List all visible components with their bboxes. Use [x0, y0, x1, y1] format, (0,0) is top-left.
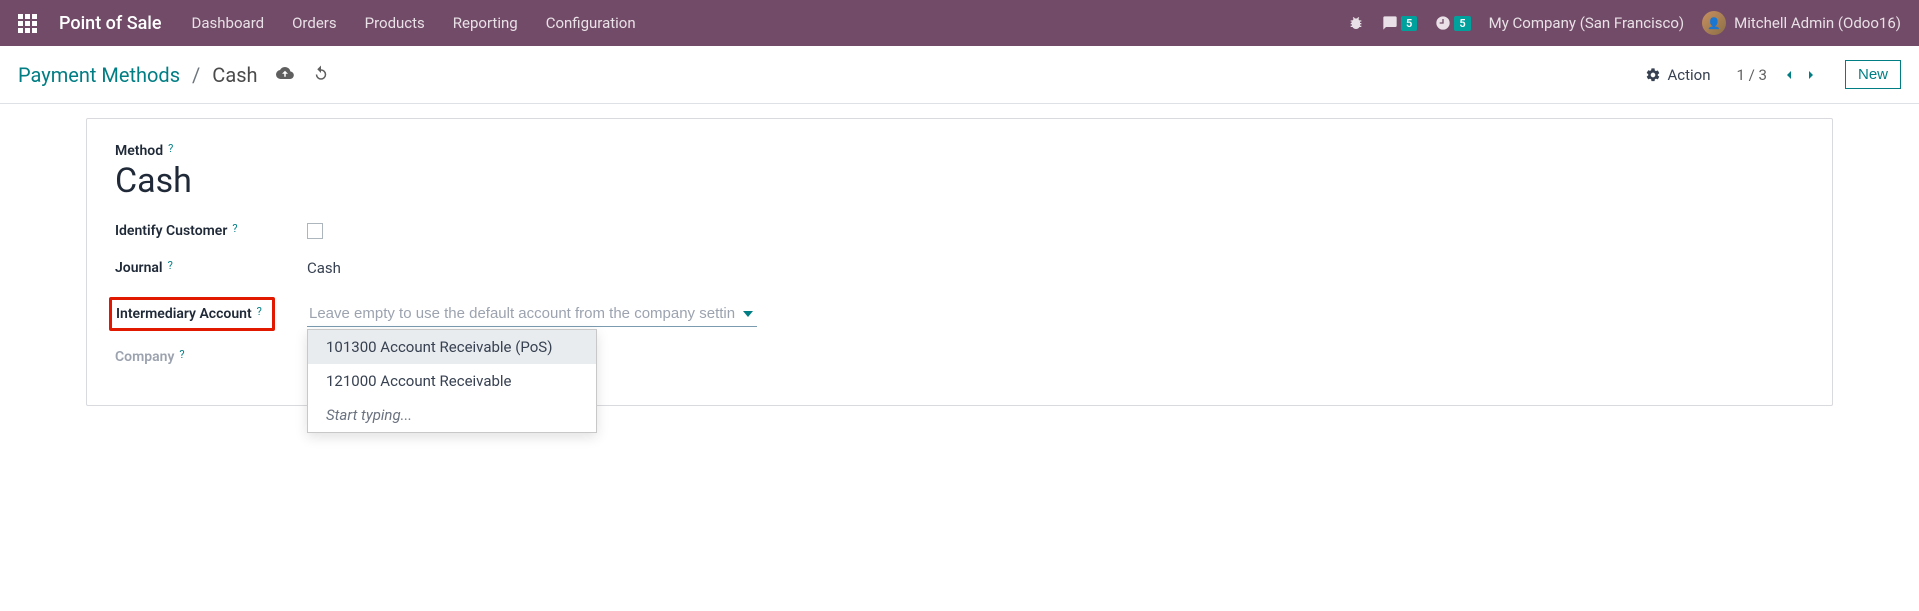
identify-customer-checkbox[interactable]: [307, 223, 323, 239]
user-name: Mitchell Admin (Odoo16): [1734, 14, 1901, 32]
topbar-right: 5 5 My Company (San Francisco) 👤 Mitchel…: [1348, 11, 1901, 35]
debug-icon[interactable]: [1348, 15, 1364, 31]
nav-links: Dashboard Orders Products Reporting Conf…: [192, 14, 636, 32]
messages-icon[interactable]: 5: [1382, 15, 1417, 31]
pager-prev-icon[interactable]: [1781, 67, 1797, 83]
intermediary-highlight: Intermediary Account ?: [109, 297, 275, 331]
avatar: 👤: [1702, 11, 1726, 35]
journal-row: Journal ? Cash: [115, 259, 1804, 277]
help-icon[interactable]: ?: [179, 348, 184, 361]
nav-dashboard[interactable]: Dashboard: [192, 14, 265, 32]
breadcrumb-root[interactable]: Payment Methods: [18, 63, 180, 87]
nav-orders[interactable]: Orders: [292, 14, 337, 32]
intermediary-account-row: Intermediary Account ? 101300 Account Re…: [115, 297, 1804, 331]
intermediary-account-input[interactable]: [307, 301, 757, 327]
user-menu[interactable]: 👤 Mitchell Admin (Odoo16): [1702, 11, 1901, 35]
nav-configuration[interactable]: Configuration: [546, 14, 636, 32]
dropdown-item[interactable]: 101300 Account Receivable (PoS): [308, 330, 596, 364]
method-value[interactable]: Cash: [115, 161, 1804, 201]
dropdown-caret-icon[interactable]: [743, 307, 753, 323]
pager: 1 / 3: [1736, 66, 1819, 84]
action-button[interactable]: Action: [1645, 66, 1710, 84]
topbar: Point of Sale Dashboard Orders Products …: [0, 0, 1919, 46]
activities-badge: 5: [1454, 16, 1470, 31]
help-icon[interactable]: ?: [168, 259, 173, 272]
dropdown-start-typing[interactable]: Start typing...: [308, 398, 596, 432]
discard-icon[interactable]: [312, 64, 330, 86]
breadcrumb-status-icons: [276, 64, 330, 86]
intermediary-dropdown: 101300 Account Receivable (PoS) 121000 A…: [307, 329, 597, 433]
app-title[interactable]: Point of Sale: [59, 13, 162, 34]
method-block: Method ? Cash: [115, 143, 1804, 201]
breadcrumb-sep: /: [192, 63, 200, 87]
topbar-left: Point of Sale Dashboard Orders Products …: [18, 13, 636, 34]
journal-label: Journal: [115, 260, 163, 276]
messages-badge: 5: [1401, 16, 1417, 31]
apps-icon[interactable]: [18, 14, 37, 33]
nav-products[interactable]: Products: [365, 14, 425, 32]
subbar-right: Action 1 / 3 New: [1645, 60, 1901, 89]
cloud-unsaved-icon[interactable]: [276, 64, 294, 86]
pager-next-icon[interactable]: [1803, 67, 1819, 83]
breadcrumb: Payment Methods / Cash: [18, 63, 330, 87]
form-card: Method ? Cash Identify Customer ? Journa…: [86, 118, 1833, 406]
breadcrumb-current: Cash: [212, 63, 257, 87]
method-label: Method: [115, 143, 163, 159]
journal-value[interactable]: Cash: [307, 259, 341, 277]
nav-reporting[interactable]: Reporting: [453, 14, 518, 32]
company-label: Company: [115, 349, 174, 365]
gear-icon: [1645, 67, 1661, 83]
pager-text[interactable]: 1 / 3: [1736, 66, 1767, 84]
subbar: Payment Methods / Cash Action 1 / 3 New: [0, 46, 1919, 104]
new-button[interactable]: New: [1845, 60, 1901, 89]
help-icon[interactable]: ?: [257, 305, 262, 318]
identify-customer-row: Identify Customer ?: [115, 223, 1804, 239]
intermediary-account-label: Intermediary Account: [116, 306, 252, 322]
help-icon[interactable]: ?: [232, 222, 237, 235]
identify-customer-label: Identify Customer: [115, 223, 227, 239]
intermediary-account-field: 101300 Account Receivable (PoS) 121000 A…: [307, 301, 757, 327]
content-area: Method ? Cash Identify Customer ? Journa…: [0, 104, 1919, 446]
activities-icon[interactable]: 5: [1435, 15, 1470, 31]
help-icon[interactable]: ?: [168, 142, 173, 155]
company-switcher[interactable]: My Company (San Francisco): [1489, 14, 1684, 32]
action-label: Action: [1667, 66, 1710, 84]
dropdown-item[interactable]: 121000 Account Receivable: [308, 364, 596, 398]
